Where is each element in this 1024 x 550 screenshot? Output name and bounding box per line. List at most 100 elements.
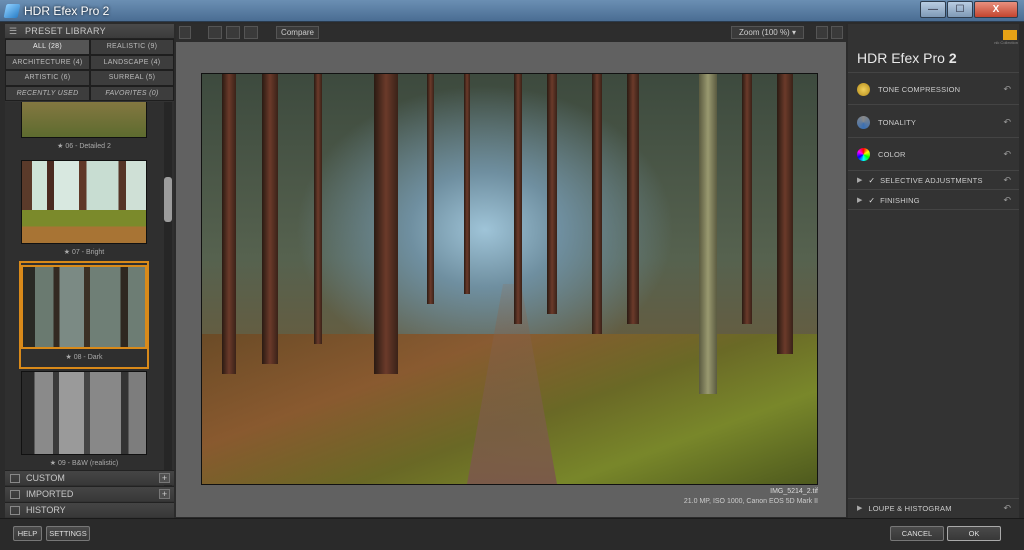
zoom-dropdown[interactable]: Zoom (100 %) ▾	[731, 26, 804, 39]
pin-icon[interactable]: ↶	[1003, 503, 1011, 514]
tonality-icon	[857, 115, 870, 129]
section-label: COLOR	[878, 149, 906, 159]
viewer-toolbar: Compare Zoom (100 %) ▾	[176, 24, 846, 42]
divider	[848, 170, 1019, 171]
toggle-left-panel-icon[interactable]	[179, 26, 191, 39]
window-controls: — ☐ X	[920, 1, 1018, 18]
chevron-right-icon: ▶	[857, 177, 863, 184]
import-icon	[10, 489, 20, 499]
section-loupe-histogram[interactable]: ▶ LOUPE & HISTOGRAM ↶	[848, 502, 1019, 514]
app-icon	[3, 4, 21, 18]
folder-icon	[10, 473, 20, 483]
image-filename: IMG_5214_2.tif	[770, 488, 818, 495]
section-tonality[interactable]: TONALITY ↶	[848, 115, 1019, 129]
reset-icon[interactable]: ↶	[1003, 149, 1011, 160]
preset-bw-realistic[interactable]: ★ 09 - B&W (realistic)	[21, 371, 147, 467]
product-title: HDR Efex Pro 2	[857, 50, 957, 66]
color-wheel-icon	[857, 147, 870, 161]
custom-label: CUSTOM	[26, 473, 65, 483]
adjustments-panel: nik Collection HDR Efex Pro 2 TONE COMPRE…	[848, 24, 1019, 518]
ok-button[interactable]: OK	[947, 526, 1001, 541]
side-by-side-view-icon[interactable]	[244, 26, 258, 39]
custom-section[interactable]: CUSTOM +	[5, 470, 174, 485]
menu-icon: ☰	[9, 25, 18, 36]
compare-button[interactable]: Compare	[276, 26, 319, 39]
divider	[848, 498, 1019, 499]
section-selective-adjustments[interactable]: ▶ ✓ SELECTIVE ADJUSTMENTS ↶	[848, 174, 1019, 186]
chevron-right-icon: ▶	[857, 197, 863, 204]
preset-label: ★ 09 - B&W (realistic)	[49, 460, 119, 467]
checkbox-checked-icon[interactable]: ✓	[868, 176, 875, 185]
preset-thumbnail	[21, 371, 147, 455]
section-label: FINISHING	[880, 195, 920, 205]
category-recently-used[interactable]: RECENTLY USED	[5, 85, 90, 101]
single-view-icon[interactable]	[208, 26, 222, 39]
window-title: HDR Efex Pro 2	[24, 4, 110, 18]
divider	[848, 209, 1019, 210]
category-architecture[interactable]: ARCHITECTURE (4)	[5, 54, 90, 70]
close-button[interactable]: X	[974, 1, 1018, 18]
preset-thumbnail	[21, 102, 147, 138]
bottom-bar: HELP SETTINGS CANCEL OK	[0, 518, 1024, 550]
category-artistic[interactable]: ARTISTIC (6)	[5, 70, 90, 86]
split-view-icon[interactable]	[226, 26, 240, 39]
preset-label: ★ 06 - Detailed 2	[57, 143, 111, 150]
reset-icon[interactable]: ↶	[1003, 117, 1011, 128]
scrollbar-thumb[interactable]	[164, 177, 172, 222]
preset-label: ★ 08 - Dark	[65, 354, 103, 361]
scrollbar-track[interactable]	[164, 102, 172, 489]
help-button[interactable]: HELP	[13, 526, 42, 541]
maximize-button[interactable]: ☐	[947, 1, 973, 18]
sun-icon	[857, 82, 870, 96]
section-label: TONE COMPRESSION	[878, 84, 961, 94]
category-all[interactable]: ALL (28)	[5, 39, 90, 55]
title-bar: HDR Efex Pro 2 — ☐ X	[0, 0, 1024, 22]
background-toggle-icon[interactable]	[816, 26, 828, 39]
divider	[848, 104, 1019, 105]
product-version: 2	[948, 50, 957, 66]
nik-logo	[1003, 30, 1017, 40]
cancel-button[interactable]: CANCEL	[890, 526, 944, 541]
divider	[848, 137, 1019, 138]
section-color[interactable]: COLOR ↶	[848, 147, 1019, 161]
minimize-button[interactable]: —	[920, 1, 946, 18]
preset-bright[interactable]: ★ 07 - Bright	[21, 160, 147, 256]
preset-library-header[interactable]: ☰ PRESET LIBRARY	[5, 24, 174, 39]
add-custom-button[interactable]: +	[159, 473, 170, 483]
divider	[848, 72, 1019, 73]
product-name: HDR Efex Pro	[857, 50, 945, 66]
category-realistic[interactable]: REALISTIC (9)	[90, 39, 174, 55]
reset-icon[interactable]: ↶	[1003, 195, 1011, 206]
preset-detailed-2[interactable]: ★ 06 - Detailed 2	[21, 102, 147, 150]
preset-library-panel: ☰ PRESET LIBRARY ALL (28) REALISTIC (9) …	[5, 24, 174, 518]
checkbox-checked-icon[interactable]: ✓	[868, 196, 875, 205]
imported-label: IMPORTED	[26, 489, 74, 499]
section-finishing[interactable]: ▶ ✓ FINISHING ↶	[848, 194, 1019, 206]
preset-thumbnail	[21, 265, 147, 349]
reset-icon[interactable]: ↶	[1003, 175, 1011, 186]
toggle-right-panel-icon[interactable]	[831, 26, 843, 39]
category-grid: ALL (28) REALISTIC (9) ARCHITECTURE (4) …	[5, 39, 174, 101]
category-surreal[interactable]: SURREAL (5)	[90, 70, 174, 86]
section-tone-compression[interactable]: TONE COMPRESSION ↶	[848, 82, 1019, 96]
divider	[848, 189, 1019, 190]
reset-icon[interactable]: ↶	[1003, 84, 1011, 95]
category-favorites[interactable]: FAVORITES (0)	[90, 85, 174, 101]
category-landscape[interactable]: LANDSCAPE (4)	[90, 54, 174, 70]
history-label: HISTORY	[26, 505, 66, 515]
section-label: SELECTIVE ADJUSTMENTS	[880, 175, 983, 185]
preset-library-title: PRESET LIBRARY	[25, 26, 106, 36]
preset-dark[interactable]: ★ 08 - Dark	[21, 265, 147, 361]
preset-thumbnail-list[interactable]: ★ 06 - Detailed 2 ★ 07 - Bright ★ 08 - D…	[5, 102, 174, 489]
brand-text: nik Collection	[994, 40, 1018, 45]
imported-section[interactable]: IMPORTED +	[5, 486, 174, 501]
settings-button[interactable]: SETTINGS	[46, 526, 90, 541]
add-imported-button[interactable]: +	[159, 489, 170, 499]
preview-image	[201, 73, 818, 485]
history-section[interactable]: HISTORY	[5, 502, 174, 517]
image-viewer[interactable]: IMG_5214_2.tif 21.0 MP, ISO 1000, Canon …	[176, 42, 846, 517]
section-label: TONALITY	[878, 117, 917, 127]
preset-label: ★ 07 - Bright	[63, 249, 105, 256]
section-label: LOUPE & HISTOGRAM	[868, 503, 952, 513]
preset-thumbnail	[21, 160, 147, 244]
